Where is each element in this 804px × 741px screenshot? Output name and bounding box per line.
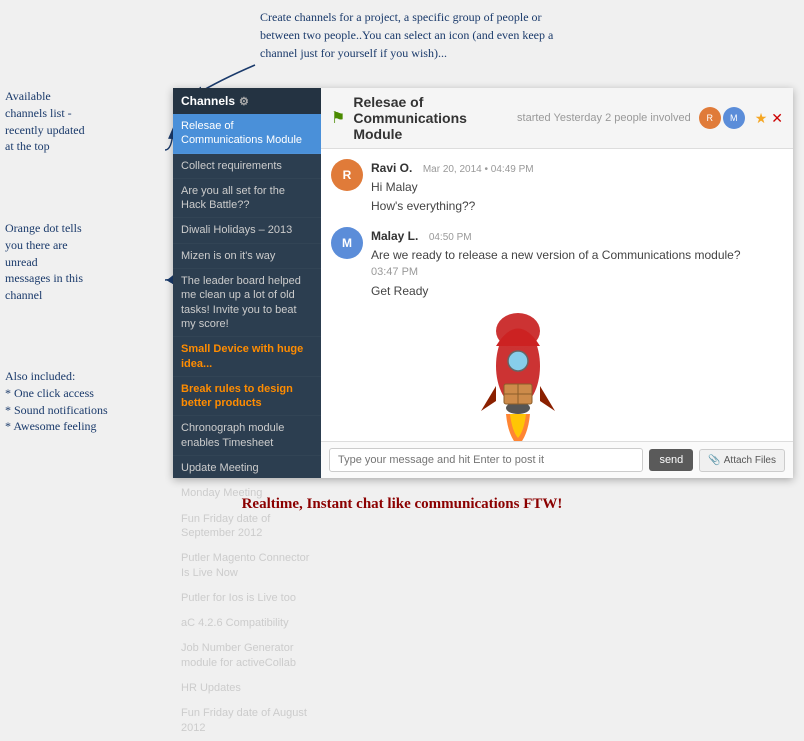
channel-item-5[interactable]: Mizen is on it's way: [173, 244, 321, 269]
message-text-ravi-2: How's everything??: [371, 198, 783, 215]
message-input[interactable]: [329, 448, 643, 472]
main-ui: Channels ⚙ Relesae of Communications Mod…: [173, 88, 793, 478]
channel-item-13[interactable]: Putler Magento Connector Is Live Now: [173, 546, 321, 586]
avatar-malay-msg: M: [331, 227, 363, 259]
channel-item-8[interactable]: Break rules to design better products: [173, 377, 321, 417]
channels-sidebar: Channels ⚙ Relesae of Communications Mod…: [173, 88, 321, 478]
message-text-malay-1: Are we ready to release a new version of…: [371, 247, 783, 264]
message-group-ravi: R Ravi O. Mar 20, 2014 • 04:49 PM Hi Mal…: [331, 159, 783, 215]
channel-item-16[interactable]: Job Number Generator module for activeCo…: [173, 636, 321, 676]
paperclip-icon: 📎: [708, 455, 720, 466]
flag-icon: ⚑: [331, 108, 345, 128]
chat-avatars: R M: [699, 107, 747, 129]
chat-area: ⚑ Relesae of Communications Module start…: [321, 88, 793, 478]
channel-item-1[interactable]: Relesae of Communications Module: [173, 114, 321, 154]
chat-messages: R Ravi O. Mar 20, 2014 • 04:49 PM Hi Mal…: [321, 149, 793, 441]
message-text-malay-2: Get Ready: [371, 283, 783, 300]
message-author-malay: Malay L.: [371, 229, 418, 243]
channel-item-9[interactable]: Chronograph module enables Timesheet: [173, 416, 321, 456]
attach-button[interactable]: 📎 Attach Files: [699, 449, 785, 472]
gear-icon[interactable]: ⚙: [239, 95, 249, 108]
channel-item-6[interactable]: The leader board helped me clean up a lo…: [173, 269, 321, 337]
channel-item-10[interactable]: Update Meeting: [173, 456, 321, 481]
left-top-annotation: Available channels list - recently updat…: [5, 88, 85, 155]
left-middle-annotation: Orange dot tells you there are unread me…: [5, 220, 83, 304]
channel-item-15[interactable]: aC 4.2.6 Compatibility: [173, 611, 321, 636]
avatar-ravi: R: [699, 107, 721, 129]
channel-item-14[interactable]: Putler for Ios is Live too: [173, 586, 321, 611]
chat-header-icons: ★ ✕: [755, 110, 783, 127]
top-annotation: Create channels for a project, a specifi…: [260, 8, 580, 62]
chat-title: Relesae of Communications Module: [353, 94, 509, 142]
star-icon[interactable]: ★: [755, 110, 768, 127]
message-time-malay-2: 03:47 PM: [371, 265, 783, 280]
channel-item-2[interactable]: Collect requirements: [173, 154, 321, 179]
left-bottom-annotation: Also included: * One click access * Soun…: [5, 368, 108, 435]
channel-item-17[interactable]: HR Updates: [173, 676, 321, 701]
channel-item-3[interactable]: Are you all set for the Hack Battle??: [173, 179, 321, 219]
chat-meta: started Yesterday 2 people involved: [517, 112, 691, 124]
close-icon[interactable]: ✕: [771, 110, 783, 127]
bottom-annotation: Realtime, Instant chat like communicatio…: [242, 496, 563, 513]
channel-item-18[interactable]: Fun Friday date of August 2012: [173, 701, 321, 741]
message-content-ravi: Ravi O. Mar 20, 2014 • 04:49 PM Hi Malay…: [371, 159, 783, 215]
chat-header: ⚑ Relesae of Communications Module start…: [321, 88, 793, 149]
channel-list: Relesae of Communications ModuleCollect …: [173, 114, 321, 741]
message-text-ravi-1: Hi Malay: [371, 179, 783, 196]
channels-header: Channels ⚙: [173, 88, 321, 114]
message-author-ravi: Ravi O.: [371, 161, 412, 175]
channel-item-4[interactable]: Diwali Holidays – 2013: [173, 218, 321, 243]
message-time-ravi: Mar 20, 2014 • 04:49 PM: [423, 164, 534, 175]
message-content-malay: Malay L. 04:50 PM Are we ready to releas…: [371, 227, 783, 300]
rocket-illustration: [463, 306, 573, 436]
avatar-malay: M: [723, 107, 745, 129]
chat-input-area: send 📎 Attach Files: [321, 441, 793, 478]
channel-item-7[interactable]: Small Device with huge idea...: [173, 337, 321, 377]
message-time-malay: 04:50 PM: [429, 232, 472, 243]
send-button[interactable]: send: [649, 449, 693, 471]
avatar-ravi-msg: R: [331, 159, 363, 191]
message-group-malay: M Malay L. 04:50 PM Are we ready to rele…: [331, 227, 783, 300]
